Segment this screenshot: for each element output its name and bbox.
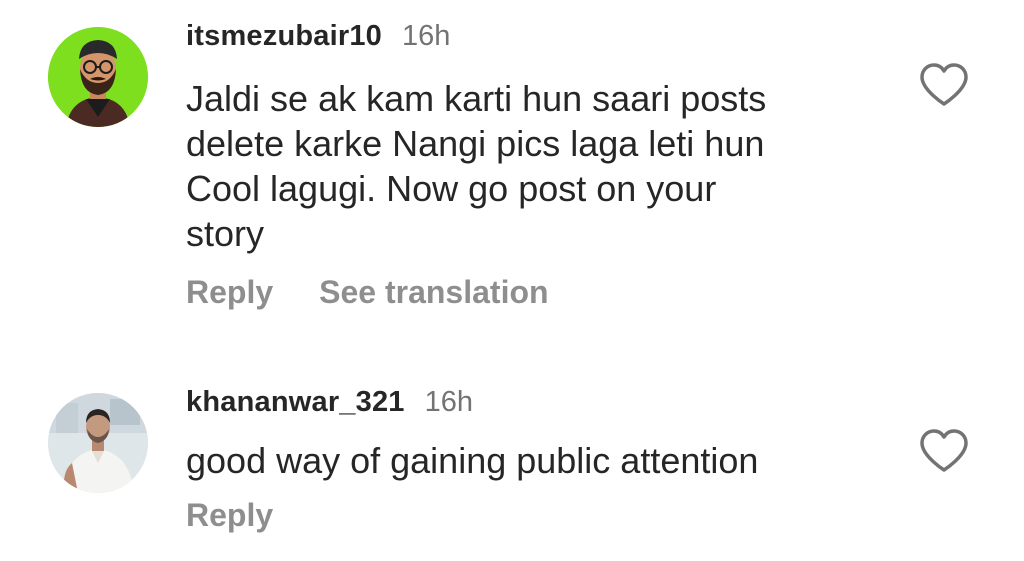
reply-button[interactable]: Reply [186, 274, 273, 311]
comment-actions: Reply See translation [186, 274, 904, 311]
cartoon-avatar-icon [48, 27, 148, 127]
heart-outline-icon [920, 63, 968, 106]
like-button[interactable] [918, 428, 970, 474]
avatar[interactable] [48, 393, 148, 493]
comment-content: itsmezubair10 16h Jaldi se ak kam karti … [186, 20, 904, 311]
profile-photo-icon [48, 393, 148, 493]
username[interactable]: itsmezubair10 [186, 20, 382, 53]
avatar[interactable] [48, 27, 148, 127]
comment-content: khananwar_321 16h good way of gaining pu… [186, 386, 904, 534]
timestamp: 16h [402, 20, 451, 52]
timestamp: 16h [424, 386, 474, 418]
comment-item: itsmezubair10 16h Jaldi se ak kam karti … [0, 0, 1024, 330]
comment-item: khananwar_321 16h good way of gaining pu… [0, 380, 1024, 560]
username[interactable]: khananwar_321 [186, 386, 405, 419]
comment-meta: itsmezubair10 16h [186, 20, 904, 60]
comment-actions: Reply [186, 497, 904, 534]
see-translation-button[interactable]: See translation [319, 274, 548, 311]
comment-meta: khananwar_321 16h [186, 386, 904, 426]
like-button[interactable] [918, 62, 970, 108]
reply-button[interactable]: Reply [186, 497, 273, 534]
comment-text: Jaldi se ak kam karti hun saari posts de… [186, 78, 767, 254]
heart-outline-icon [920, 429, 968, 472]
comment-text: good way of gaining public attention [186, 440, 759, 481]
